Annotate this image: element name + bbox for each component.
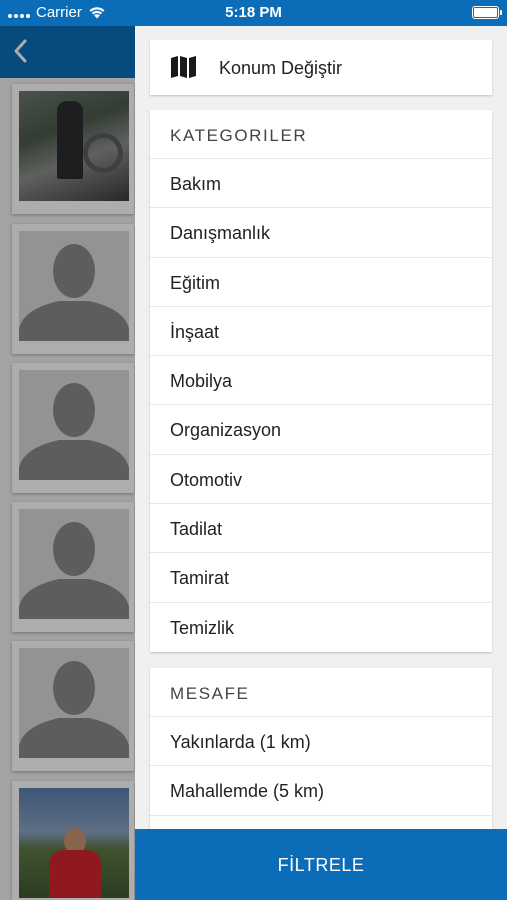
category-item-tamirat[interactable]: Tamirat: [150, 553, 492, 603]
category-item-tadilat[interactable]: Tadilat: [150, 504, 492, 554]
category-item-mobilya[interactable]: Mobilya: [150, 356, 492, 406]
status-bar: Carrier 5:18 PM: [0, 0, 507, 26]
map-icon: [171, 56, 196, 78]
categories-heading: KATEGORILER: [150, 110, 492, 159]
status-time: 5:18 PM: [225, 4, 282, 21]
change-location-button[interactable]: Konum Değiştir: [150, 40, 492, 95]
category-item-egitim[interactable]: Eğitim: [150, 258, 492, 307]
category-item-bakim[interactable]: Bakım: [150, 159, 492, 209]
distance-heading: MESAFE: [150, 668, 492, 717]
category-item-insaat[interactable]: İnşaat: [150, 307, 492, 357]
categories-panel: KATEGORILER Bakım Danışmanlık Eğitim İnş…: [150, 110, 492, 652]
category-item-danismanlik[interactable]: Danışmanlık: [150, 208, 492, 258]
change-location-label: Konum Değiştir: [219, 58, 343, 78]
battery-icon: [472, 6, 502, 19]
filter-button[interactable]: FİLTRELE: [135, 829, 507, 900]
distance-item-neighborhood[interactable]: Mahallemde (5 km): [150, 766, 492, 816]
distance-item-nearby[interactable]: Yakınlarda (1 km): [150, 717, 492, 767]
filter-drawer: Konum Değiştir KATEGORILER Bakım Danışma…: [135, 26, 507, 900]
category-item-temizlik[interactable]: Temizlik: [150, 603, 492, 652]
dim-overlay[interactable]: [0, 26, 135, 900]
category-item-organizasyon[interactable]: Organizasyon: [150, 405, 492, 455]
category-item-otomotiv[interactable]: Otomotiv: [150, 455, 492, 505]
